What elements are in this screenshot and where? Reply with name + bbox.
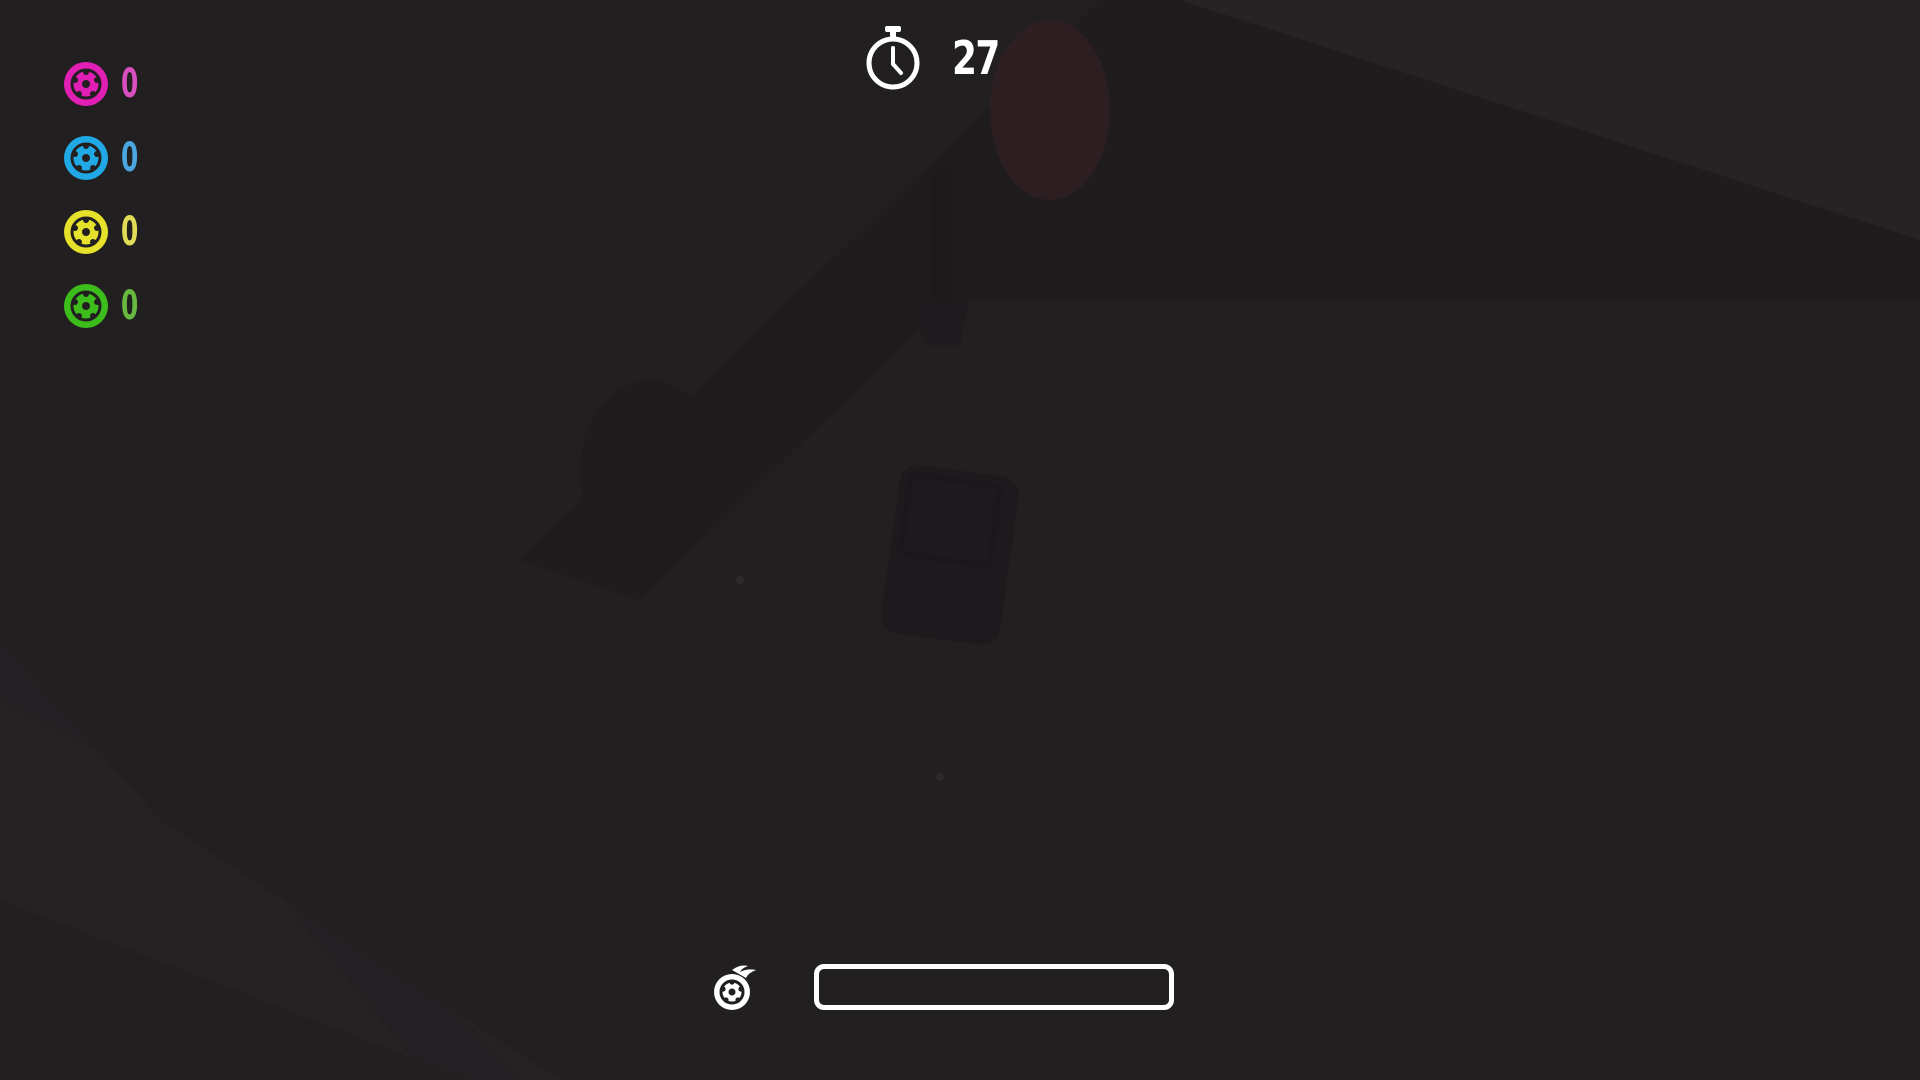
flaming-wheel-icon [714,965,756,1010]
game-scene [0,0,1920,1080]
round-timer: 27 [864,24,1012,92]
scene-dot [736,576,744,584]
yellow-score: 0 [121,209,138,255]
yellow-wheel-icon [64,210,108,254]
magenta-wheel-icon [64,62,108,106]
green-score: 0 [121,283,138,329]
scene-dot [936,773,944,781]
score-row-yellow: 0 [63,208,148,256]
tree-shadow [580,380,720,560]
blue-score: 0 [121,135,138,181]
score-row-blue: 0 [63,134,148,182]
boost-meter [710,962,1174,1012]
stopwatch-icon [866,26,920,90]
score-panel: 0 0 0 0 [63,60,148,356]
scene-backdrop [0,0,1920,1080]
pole-base [910,300,970,345]
green-wheel-icon [64,284,108,328]
magenta-score: 0 [121,61,138,107]
score-row-magenta: 0 [63,60,148,108]
timer-value: 27 [952,31,1000,85]
game-stage: 0 0 0 0 27 [0,0,1920,1080]
blue-wheel-icon [64,136,108,180]
score-row-green: 0 [63,282,148,330]
boost-bar [814,964,1174,1010]
